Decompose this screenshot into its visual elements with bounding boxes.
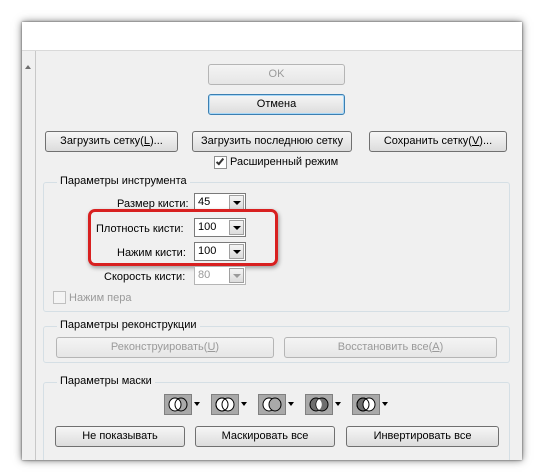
load-mesh-button[interactable]: Загрузить сетку(L)... (45, 131, 178, 152)
add-to-selection-icon (215, 397, 235, 412)
check-icon (215, 156, 225, 166)
liquify-dialog: OK Отмена Загрузить сетку(L)... Загрузит… (22, 22, 522, 460)
reconstruct-button[interactable]: Реконструировать(U) (56, 337, 274, 358)
mask-all-button[interactable]: Маскировать все (195, 426, 335, 447)
replace-selection-mask-button[interactable] (164, 394, 192, 415)
tool-options-title: Параметры инструмента (57, 175, 190, 188)
invert-selection-mask-button[interactable] (352, 394, 380, 415)
cancel-button[interactable]: Отмена (208, 94, 345, 115)
intersect-with-selection-icon (309, 397, 329, 412)
chevron-down-icon[interactable] (335, 402, 341, 406)
brush-size-value[interactable]: 45 (198, 196, 210, 209)
invert-selection-icon (356, 397, 376, 412)
load-mesh-label: Загрузить сетку(L)... (60, 135, 163, 147)
chevron-down-icon[interactable] (229, 195, 244, 210)
reconstruct-options-title: Параметры реконструкции (57, 319, 200, 332)
ok-button[interactable]: OK (208, 64, 345, 85)
preview-scroll-pane (22, 51, 36, 460)
intersect-with-selection-mask-button[interactable] (305, 394, 333, 415)
restore-all-button[interactable]: Восстановить все(A) (284, 337, 497, 358)
reconstruct-label: Реконструировать(U) (110, 341, 220, 353)
chevron-down-icon[interactable] (288, 402, 294, 406)
save-mesh-button[interactable]: Сохранить сетку(V)... (369, 131, 507, 152)
stylus-pressure-checkbox[interactable] (53, 291, 66, 304)
chevron-down-icon[interactable] (382, 402, 388, 406)
brush-rate-combo[interactable]: 80 (194, 266, 246, 285)
restore-all-label: Восстановить все(A) (337, 341, 444, 353)
chevron-down-icon[interactable] (194, 402, 200, 406)
brush-rate-value[interactable]: 80 (198, 269, 210, 282)
mask-options-title: Параметры маски (57, 375, 155, 388)
mask-none-button[interactable]: Не показывать (55, 426, 185, 447)
advanced-mode-checkbox[interactable] (214, 156, 227, 169)
scroll-up-arrow-icon[interactable] (25, 65, 31, 69)
replace-selection-icon (168, 397, 188, 412)
chevron-down-icon[interactable] (229, 268, 244, 283)
subtract-from-selection-mask-button[interactable] (258, 394, 286, 415)
chevron-down-icon[interactable] (241, 402, 247, 406)
load-last-mesh-label: Загрузить последнюю сетку (201, 135, 343, 147)
title-bar-divider (22, 50, 522, 51)
load-last-mesh-button[interactable]: Загрузить последнюю сетку (192, 131, 352, 152)
highlight-frame (88, 209, 278, 266)
brush-rate-label: Скорость кисти: (104, 271, 186, 283)
save-mesh-label: Сохранить сетку(V)... (383, 135, 493, 147)
title-bar (22, 22, 522, 50)
stylus-pressure-label: Нажим пера (69, 292, 132, 304)
subtract-from-selection-icon (262, 397, 282, 412)
advanced-mode-label: Расширенный режим (230, 156, 339, 168)
invert-all-button[interactable]: Инвертировать все (346, 426, 499, 447)
add-to-selection-mask-button[interactable] (211, 394, 239, 415)
